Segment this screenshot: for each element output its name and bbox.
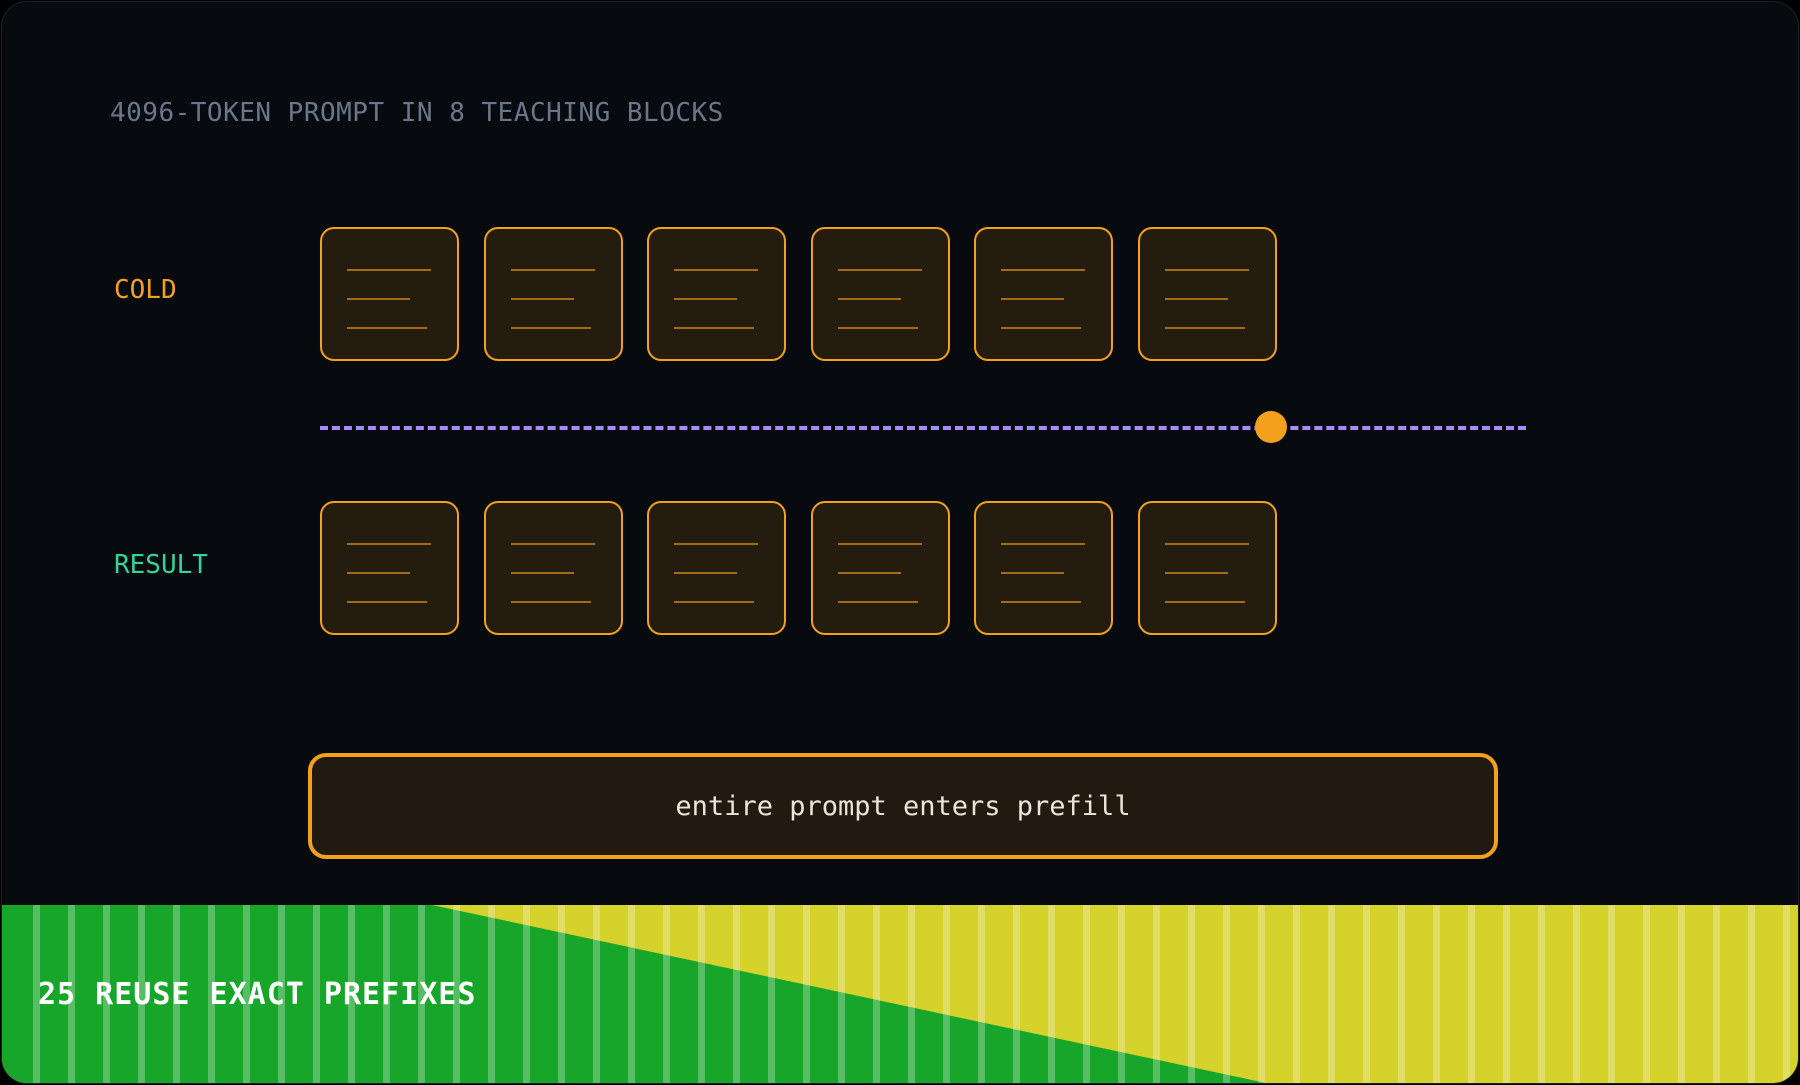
document-line: [1164, 298, 1228, 300]
document-line: [510, 601, 591, 603]
document-line: [837, 327, 918, 329]
document-line: [347, 269, 431, 271]
footer-banner: 25 REUSE EXACT PREFIXES: [2, 905, 1798, 1083]
prompt-timeline: [320, 426, 1526, 430]
document-line: [510, 327, 591, 329]
result-message-box: entire prompt enters prefill: [308, 753, 1498, 859]
document-line: [1001, 601, 1081, 603]
document-line: [347, 601, 427, 603]
document-line: [510, 298, 574, 300]
position-dot-icon: [1255, 411, 1287, 443]
cold-row-label: COLD: [114, 275, 177, 305]
document-line: [347, 543, 431, 545]
document-line: [1164, 601, 1245, 603]
document-line: [837, 543, 922, 545]
document-line: [510, 572, 574, 574]
document-line: [674, 601, 754, 603]
document-line: [1001, 543, 1085, 545]
document-line: [674, 543, 758, 545]
document-line: [1164, 269, 1249, 271]
document-line: [674, 327, 754, 329]
result-block-5: [974, 501, 1113, 635]
document-line: [347, 572, 410, 574]
result-block-4: [810, 501, 950, 635]
cold-block-2: [483, 227, 623, 361]
document-line: [1001, 572, 1064, 574]
document-line: [347, 327, 427, 329]
document-line: [1164, 327, 1245, 329]
document-line: [510, 269, 595, 271]
cold-block-3: [647, 227, 786, 361]
document-line: [1001, 327, 1081, 329]
document-line: [837, 601, 918, 603]
document-line: [1001, 298, 1064, 300]
cold-block-5: [974, 227, 1113, 361]
cold-block-6: [1137, 227, 1277, 361]
result-block-3: [647, 501, 786, 635]
document-line: [837, 269, 922, 271]
document-line: [674, 298, 737, 300]
document-line: [1164, 543, 1249, 545]
document-line: [1001, 269, 1085, 271]
document-line: [1164, 572, 1228, 574]
document-line: [510, 543, 595, 545]
document-line: [674, 572, 737, 574]
result-block-6: [1137, 501, 1277, 635]
banner-text: 25 REUSE EXACT PREFIXES: [38, 977, 477, 1012]
result-message: entire prompt enters prefill: [675, 790, 1131, 822]
result-row-label: RESULT: [114, 550, 208, 580]
document-line: [674, 269, 758, 271]
cold-block-4: [810, 227, 950, 361]
document-line: [837, 298, 901, 300]
slide-frame: 4096-TOKEN PROMPT IN 8 TEACHING BLOCKS C…: [1, 1, 1799, 1084]
cold-block-1: [320, 227, 459, 361]
page-title: 4096-TOKEN PROMPT IN 8 TEACHING BLOCKS: [110, 98, 724, 128]
result-block-1: [320, 501, 459, 635]
result-block-2: [483, 501, 623, 635]
document-line: [347, 298, 410, 300]
document-line: [837, 572, 901, 574]
